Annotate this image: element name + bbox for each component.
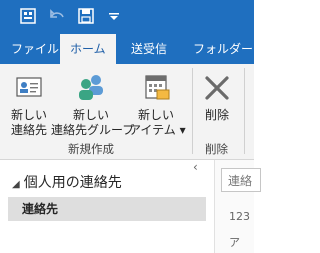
folder-group-label: 個人用の連絡先 — [23, 175, 122, 191]
contact-group-icon — [73, 70, 109, 106]
tab-file[interactable]: ファイル — [11, 34, 59, 64]
delete-label: 削除 — [204, 108, 229, 122]
new-items-button[interactable]: 新しい アイテム ▾ — [129, 70, 186, 138]
new-contact-label: 新しい 連絡先 — [10, 108, 47, 137]
title-bar — [0, 0, 254, 34]
tab-folder[interactable]: フォルダー — [193, 34, 253, 64]
index-item[interactable]: ア — [229, 234, 240, 250]
new-contact-group-label: 新しい 連絡先グループ — [51, 108, 135, 137]
collapse-pane-icon[interactable]: ‹ — [193, 160, 198, 174]
new-items-label: 新しい アイテム ▾ — [129, 108, 186, 137]
ribbon: 新しい 連絡先 新しい 連絡先グループ 新しい アイテム ▾ 新規作成 削除 削… — [0, 64, 254, 160]
expand-triangle-icon[interactable]: ◢ — [12, 179, 20, 190]
contact-card-icon — [11, 70, 47, 106]
new-items-icon — [138, 70, 174, 106]
search-contacts-input[interactable]: 連絡 — [221, 168, 261, 192]
delete-x-icon — [199, 70, 235, 106]
group-label-new: 新規作成 — [68, 142, 114, 156]
tab-send-receive[interactable]: 送受信 — [131, 34, 167, 64]
new-contact-button[interactable]: 新しい 連絡先 — [8, 70, 50, 138]
folder-item-contacts[interactable]: 連絡先 — [8, 197, 206, 221]
folder-group-header[interactable]: ◢ 個人用の連絡先 — [12, 172, 122, 192]
customize-dropdown-icon[interactable] — [106, 6, 128, 28]
navigation-icon[interactable] — [18, 6, 40, 28]
tab-home[interactable]: ホーム — [60, 34, 116, 64]
group-label-delete: 削除 — [205, 142, 228, 156]
save-icon[interactable] — [76, 6, 98, 28]
ribbon-tabs: ファイル ホーム 送受信 フォルダー — [0, 34, 254, 64]
group-separator — [192, 68, 193, 154]
delete-button[interactable]: 削除 — [197, 70, 237, 123]
index-item[interactable]: 123 — [229, 210, 250, 223]
undo-icon[interactable] — [48, 6, 70, 28]
group-separator — [244, 68, 245, 154]
new-contact-group-button[interactable]: 新しい 連絡先グループ — [51, 70, 135, 138]
